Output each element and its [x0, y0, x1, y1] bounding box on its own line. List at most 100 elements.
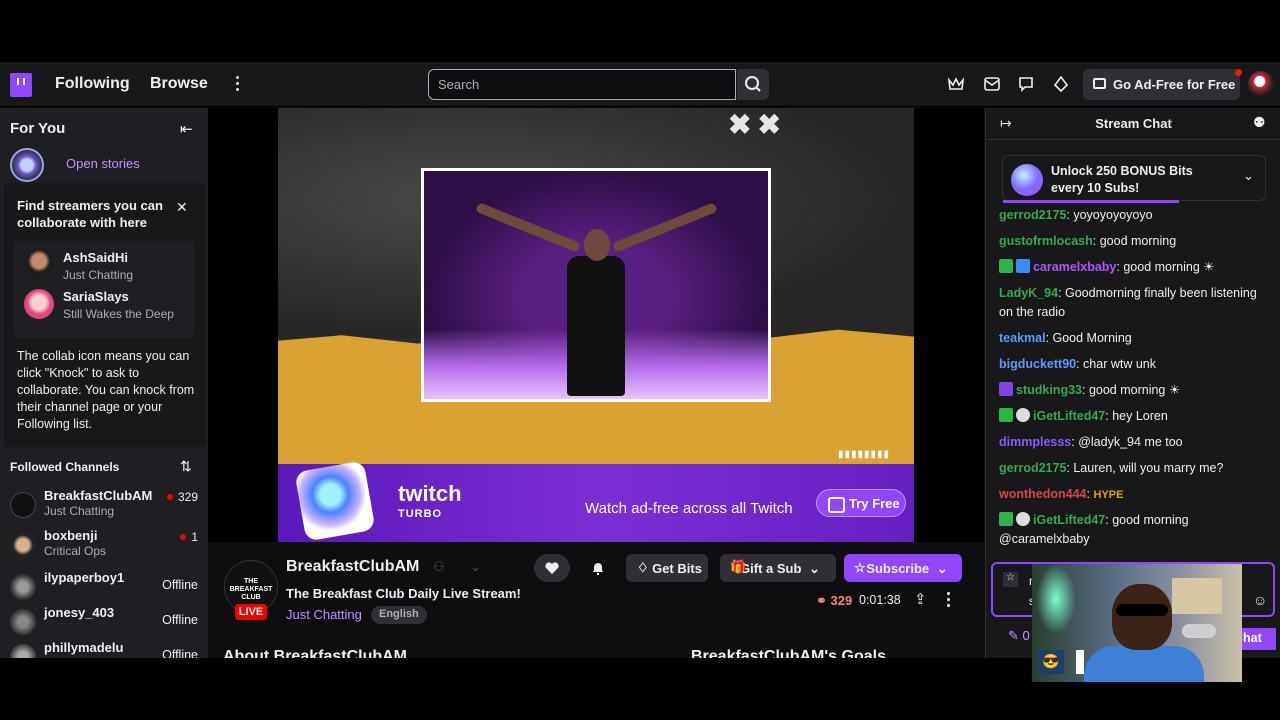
sidebar-item-boxbenji[interactable]: boxbenji Critical Ops 1 — [10, 528, 206, 566]
viewer-count: 329 — [167, 490, 198, 504]
chevron-down-icon[interactable]: ⌄ — [1243, 168, 1254, 184]
bell-icon — [593, 563, 603, 575]
bits-icon[interactable] — [1053, 76, 1069, 92]
user-avatar[interactable] — [1248, 71, 1274, 97]
avatar[interactable] — [24, 289, 54, 319]
chat-message: caramelxbaby: good morning ☀ — [999, 258, 1271, 277]
sidebar-item-jonesy_403[interactable]: jonesy_403 Offline — [10, 605, 206, 643]
twitch-logo-icon[interactable] — [10, 73, 32, 97]
collapse-sidebar-icon[interactable]: ⇤ — [180, 120, 193, 138]
sub-badge-icon — [1016, 259, 1030, 273]
nav-browse[interactable]: Browse — [150, 75, 208, 93]
subscribe-button[interactable]: ☆ Subscribe ⌄ — [844, 554, 962, 582]
turbo-tv-icon — [294, 460, 376, 542]
chat-message: studking33: good morning ☀ — [999, 381, 1271, 400]
get-bits-button[interactable]: ♢ Get Bits — [626, 554, 708, 582]
sidebar-title: For You — [10, 120, 66, 137]
channel-name: jonesy_403 — [44, 605, 115, 620]
avatar — [10, 532, 36, 558]
chevron-down-icon[interactable]: ⌄ — [470, 559, 481, 575]
star-icon: ☆ — [854, 560, 866, 575]
category-link[interactable]: Just Chatting — [286, 607, 362, 622]
tag-english[interactable]: English — [371, 606, 427, 624]
sidebar-item-phillymadelu[interactable]: phillymadelu Offline — [10, 640, 206, 658]
chat-message: iGetLifted47: good morning @caramelxbaby — [999, 512, 1189, 546]
nav-following[interactable]: Following — [55, 75, 130, 93]
chat-message: iGetLifted47: hey Loren — [999, 407, 1271, 426]
list-item-sub: Just Chatting — [63, 268, 134, 282]
loading-dashes: ▮▮▮▮▮▮▮▮ — [838, 449, 891, 460]
goals-heading: BreakfastClubAM's Goals — [691, 648, 886, 658]
story-avatar[interactable] — [10, 148, 44, 182]
top-nav: Following Browse Search Go Ad-Free for F… — [0, 62, 1280, 107]
more-menu-icon[interactable] — [236, 76, 240, 92]
collab-tip-body: The collab icon means you can click "Kno… — [17, 349, 195, 431]
turbo-promo-banner[interactable]: twitch TURBO Watch ad-free across all Twi… — [278, 460, 914, 542]
crown-icon[interactable] — [948, 77, 964, 91]
bits-promo-card[interactable]: Unlock 250 BONUS Bits every 10 Subs! ⌄ — [1002, 155, 1266, 203]
avatar — [10, 492, 36, 518]
bits-gem-icon — [1011, 164, 1043, 196]
search-input[interactable]: Search — [428, 69, 736, 100]
turbo-message: Watch ad-free across all Twitch — [585, 500, 793, 517]
chevron-down-icon: ⌄ — [936, 561, 948, 576]
get-bits-label: Get Bits — [652, 561, 702, 576]
whispers-icon[interactable] — [1018, 77, 1034, 92]
follow-button[interactable] — [534, 554, 570, 582]
collab-list: AshSaidHi Just Chatting SariaSlays Still… — [14, 241, 194, 338]
chat-message: wonthedon444: HYPE — [999, 487, 1124, 501]
channel-name[interactable]: BreakfastClubAM — [286, 558, 419, 576]
viewer-count: ⚭ 329 — [816, 593, 853, 608]
channel-name: phillymadelu — [44, 640, 124, 655]
cursor-bar — [1076, 650, 1084, 674]
uptime: 0:01:38 — [859, 593, 901, 607]
webcam-overlay: 😎 — [1032, 564, 1242, 682]
video-player[interactable]: ✖✖ ▮▮▮▮▮▮▮▮ twitch TURBO Watch ad-free ac… — [208, 108, 984, 542]
chat-header: ↦ Stream Chat ⚉ — [986, 108, 1280, 140]
channel-game: Critical Ops — [44, 544, 107, 558]
star-icon[interactable]: ☆ — [1003, 572, 1018, 587]
tv-icon — [1093, 78, 1106, 89]
go-ad-free-button[interactable]: Go Ad-Free for Free — [1083, 69, 1240, 100]
open-stories-link[interactable]: Open stories — [66, 156, 140, 171]
chat-message: bigduckett90: char wtw unk — [999, 357, 1156, 371]
collab-tip-heading: Find streamers you can collaborate with … — [17, 198, 163, 230]
sidebar-item-breakfastclubam[interactable]: BreakfastClubAM Just Chatting 329 — [10, 488, 206, 526]
gift-sub-button[interactable]: 🎁 Gift a Sub ⌄ — [720, 554, 836, 582]
stream-title: The Breakfast Club Daily Live Stream! — [286, 586, 521, 601]
offline-status: Offline — [162, 578, 198, 592]
sunglasses-emoji-icon: 😎 — [1038, 650, 1064, 674]
scribble-graphic: ✖✖ — [728, 109, 787, 140]
about-heading: About BreakfastClubAM — [223, 648, 408, 658]
close-icon[interactable]: ✕ — [176, 199, 188, 216]
avatar — [10, 609, 36, 635]
chat-footer-left[interactable]: ✎ 0 — [1008, 628, 1030, 644]
more-options-icon[interactable] — [947, 592, 951, 610]
try-free-button[interactable]: Try Free — [816, 489, 906, 517]
offline-status: Offline — [162, 613, 198, 627]
chat-message: teakmal: Good Morning — [999, 331, 1132, 345]
sort-icon[interactable]: ⇅ — [180, 458, 192, 475]
inbox-icon[interactable] — [984, 77, 1000, 91]
chat-message: gerrod2175: yoyoyoyoyoyo — [999, 208, 1153, 222]
search-button[interactable] — [737, 69, 769, 100]
avatar[interactable] — [24, 249, 54, 279]
sidebar-item-ilypaperboy1[interactable]: ilypaperboy1 Offline — [10, 570, 206, 608]
share-icon[interactable]: ⇪ — [914, 590, 927, 608]
bits-promo-text: Unlock 250 BONUS Bits every 10 Subs! — [1051, 164, 1193, 195]
community-icon[interactable]: ⚉ — [1253, 114, 1266, 131]
verified-badge-icon — [999, 408, 1013, 422]
left-sidebar: For You ⇤ Open stories Find streamers yo… — [0, 108, 208, 658]
list-item[interactable]: SariaSlays — [63, 289, 129, 304]
emote-picker-icon[interactable]: ☺ — [1253, 592, 1267, 608]
list-item[interactable]: AshSaidHi — [63, 250, 128, 265]
avatar — [10, 574, 36, 600]
offline-status: Offline — [162, 648, 198, 658]
heart-icon — [545, 562, 559, 574]
subscribe-label: Subscribe — [866, 561, 930, 576]
chat-message: LadyK_94: Goodmorning finally been liste… — [999, 286, 1257, 319]
collab-icon[interactable]: ⚇ — [433, 559, 445, 575]
chevron-down-icon: ⌄ — [809, 561, 820, 576]
notifications-button[interactable] — [582, 554, 614, 582]
video-frame[interactable]: ✖✖ ▮▮▮▮▮▮▮▮ twitch TURBO Watch ad-free ac… — [278, 108, 914, 542]
